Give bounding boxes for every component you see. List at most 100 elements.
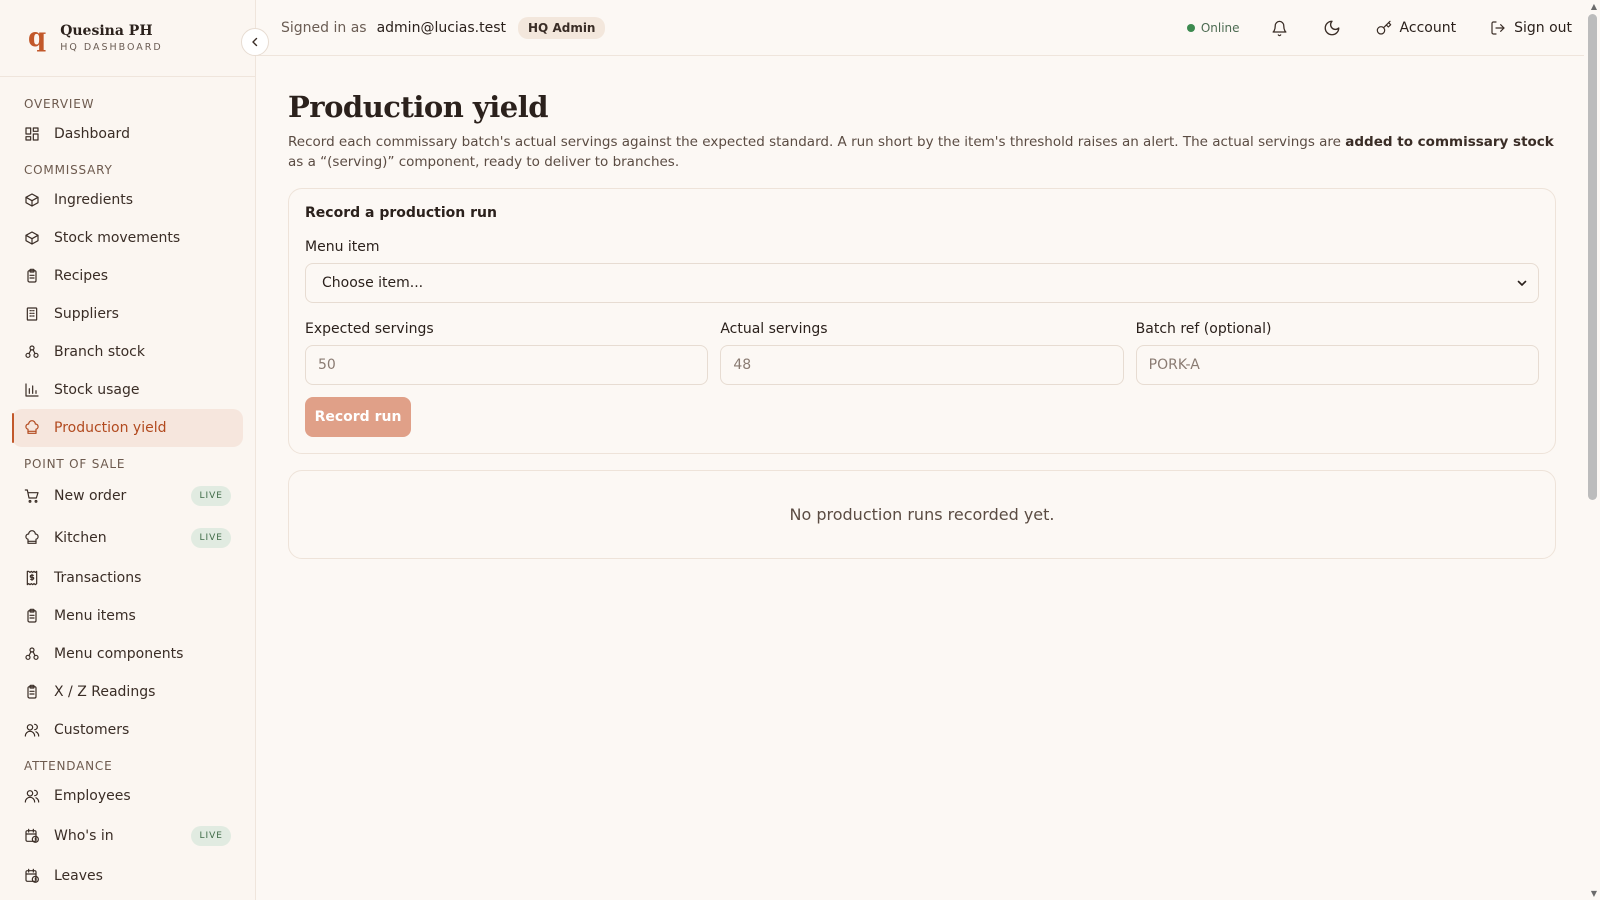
- description-text: Record each commissary batch's actual se…: [288, 134, 1346, 150]
- sidebar-item-icon: [24, 684, 40, 700]
- scroll-thumb[interactable]: [1588, 14, 1597, 500]
- account-label: Account: [1399, 20, 1457, 36]
- expected-servings-input[interactable]: 50: [305, 345, 709, 385]
- sidebar-item-label: Production yield: [54, 420, 167, 436]
- sidebar-item-label: Menu components: [54, 646, 184, 662]
- form-title: Record a production run: [305, 205, 497, 221]
- sidebar-item-icon: [24, 344, 40, 360]
- account-button[interactable]: Account: [1376, 20, 1457, 36]
- description-text-end: as a “(serving)” component, ready to del…: [288, 154, 680, 170]
- sign-out-label: Sign out: [1514, 20, 1572, 36]
- key-icon: [1376, 20, 1391, 35]
- sidebar-item-label: Who's in: [54, 828, 114, 844]
- actual-servings-label: Actual servings: [720, 321, 828, 337]
- batch-ref-label: Batch ref (optional): [1135, 321, 1272, 337]
- sidebar-item-icon: [24, 126, 40, 142]
- sign-out-button[interactable]: Sign out: [1490, 20, 1572, 36]
- sidebar-item-label: Stock usage: [54, 382, 140, 398]
- notifications-button[interactable]: [1262, 10, 1298, 46]
- sidebar-item-label: Kitchen: [54, 530, 107, 546]
- receipt-icon: [26, 570, 38, 586]
- live-badge: LIVE: [191, 826, 231, 846]
- cart-icon: [24, 489, 39, 503]
- sidebar-item-label: Leaves: [54, 868, 103, 884]
- sidebar-item-icon: [24, 230, 40, 246]
- sidebar-item-label: New order: [54, 488, 127, 504]
- sidebar-item-recipes[interactable]: Recipes: [12, 257, 243, 295]
- live-badge: LIVE: [191, 528, 231, 548]
- menu-item-select[interactable]: Choose item...: [305, 263, 1539, 303]
- network-icon: [25, 345, 39, 358]
- sidebar-item-suppliers[interactable]: Suppliers: [12, 295, 243, 333]
- brand-name: Quesina PH: [60, 23, 153, 39]
- sidebar-item-production-yield[interactable]: Production yield: [12, 409, 243, 447]
- sidebar-item-ingredients[interactable]: Ingredients: [12, 181, 243, 219]
- network-icon: [25, 647, 39, 660]
- clipboard-icon: [27, 684, 37, 699]
- sidebar-section-label: OVERVIEW: [24, 97, 95, 111]
- sidebar-item-new-order[interactable]: New order LIVE: [12, 475, 243, 517]
- sidebar-item-label: Branch stock: [54, 344, 145, 360]
- live-badge: LIVE: [191, 486, 231, 506]
- sidebar-item-kitchen[interactable]: Kitchen LIVE: [12, 517, 243, 559]
- sidebar-item-icon: [24, 722, 40, 738]
- sidebar-item-leaves[interactable]: Leaves: [12, 857, 243, 895]
- sidebar-item-icon: [24, 420, 40, 436]
- sidebar-item-stock-movements[interactable]: Stock movements: [12, 219, 243, 257]
- sidebar-section-label: POINT OF SALE: [24, 457, 126, 471]
- sidebar-item-label: Dashboard: [54, 126, 130, 142]
- sidebar-item-dashboard[interactable]: Dashboard: [12, 115, 243, 153]
- sidebar-item-icon: [24, 382, 40, 398]
- actual-servings-input[interactable]: 48: [720, 345, 1124, 385]
- sidebar-item-menu-components[interactable]: Menu components: [12, 635, 243, 673]
- sidebar-item-label: Stock movements: [54, 230, 181, 246]
- grid-icon: [25, 127, 39, 141]
- sidebar-item-menu-items[interactable]: Menu items: [12, 597, 243, 635]
- signed-in-label: Signed in as: [281, 19, 367, 36]
- production-run-form: Record a production run Menu item Choose…: [288, 188, 1556, 454]
- sidebar-item-icon: [24, 192, 40, 208]
- actual-servings-field: Actual servings 48: [720, 303, 1124, 385]
- top-bar-actions: Online Account Sign out: [1186, 0, 1572, 56]
- page-scrollbar[interactable]: ▲ ▼: [1584, 0, 1600, 900]
- chevron-left-icon: [252, 37, 258, 47]
- status-dot: [1186, 24, 1195, 32]
- sidebar-item-x-z-readings[interactable]: X / Z Readings: [12, 673, 243, 711]
- batch-ref-input[interactable]: PORK-A: [1135, 345, 1539, 385]
- sidebar-item-icon: [24, 646, 40, 662]
- sidebar-item-stock-usage[interactable]: Stock usage: [12, 371, 243, 409]
- sidebar-section-label: COMMISSARY: [24, 163, 113, 177]
- theme-toggle-button[interactable]: [1314, 10, 1350, 46]
- empty-state-message: No production runs recorded yet.: [789, 505, 1055, 524]
- brand-subtitle: HQ DASHBOARD: [60, 42, 163, 53]
- chef-hat-icon: [25, 420, 39, 434]
- sidebar-item-branch-stock[interactable]: Branch stock: [12, 333, 243, 371]
- online-status: Online: [1186, 21, 1240, 35]
- sidebar-item-who-s-in[interactable]: Who's in LIVE: [12, 815, 243, 857]
- building-icon: [26, 307, 38, 321]
- scroll-up-arrow[interactable]: ▲: [1591, 2, 1597, 11]
- sidebar-item-icon: [24, 868, 40, 884]
- sidebar-item-icon: [24, 828, 40, 844]
- signed-in-email: admin@lucias.test: [376, 19, 507, 36]
- sidebar-section-label: ATTENDANCE: [24, 759, 113, 773]
- role-badge: HQ Admin: [518, 16, 606, 39]
- sidebar: q Quesina PH HQ DASHBOARD OVERVIEW Dashbo…: [0, 0, 256, 900]
- menu-item-selected-value: Choose item...: [322, 275, 424, 291]
- sidebar-item-customers[interactable]: Customers: [12, 711, 243, 749]
- bell-icon: [1272, 20, 1287, 36]
- sidebar-item-label: Menu items: [54, 608, 136, 624]
- main-content: Production yield Record each commissary …: [288, 56, 1556, 559]
- scroll-down-arrow[interactable]: ▼: [1591, 889, 1597, 898]
- status-text: Online: [1200, 21, 1240, 35]
- description-emphasis: added to commissary stock: [1345, 134, 1554, 150]
- record-run-button[interactable]: Record run: [305, 397, 411, 437]
- sidebar-item-transactions[interactable]: Transactions: [12, 559, 243, 597]
- calendar-clock-icon: [25, 868, 39, 883]
- servings-row: Expected servings 50 Actual servings 48 …: [305, 303, 1539, 385]
- collapse-sidebar-button[interactable]: [241, 28, 269, 56]
- brand[interactable]: q Quesina PH HQ DASHBOARD: [0, 0, 255, 77]
- sidebar-item-icon: [24, 570, 40, 586]
- sidebar-item-label: X / Z Readings: [54, 684, 156, 700]
- sidebar-item-employees[interactable]: Employees: [12, 777, 243, 815]
